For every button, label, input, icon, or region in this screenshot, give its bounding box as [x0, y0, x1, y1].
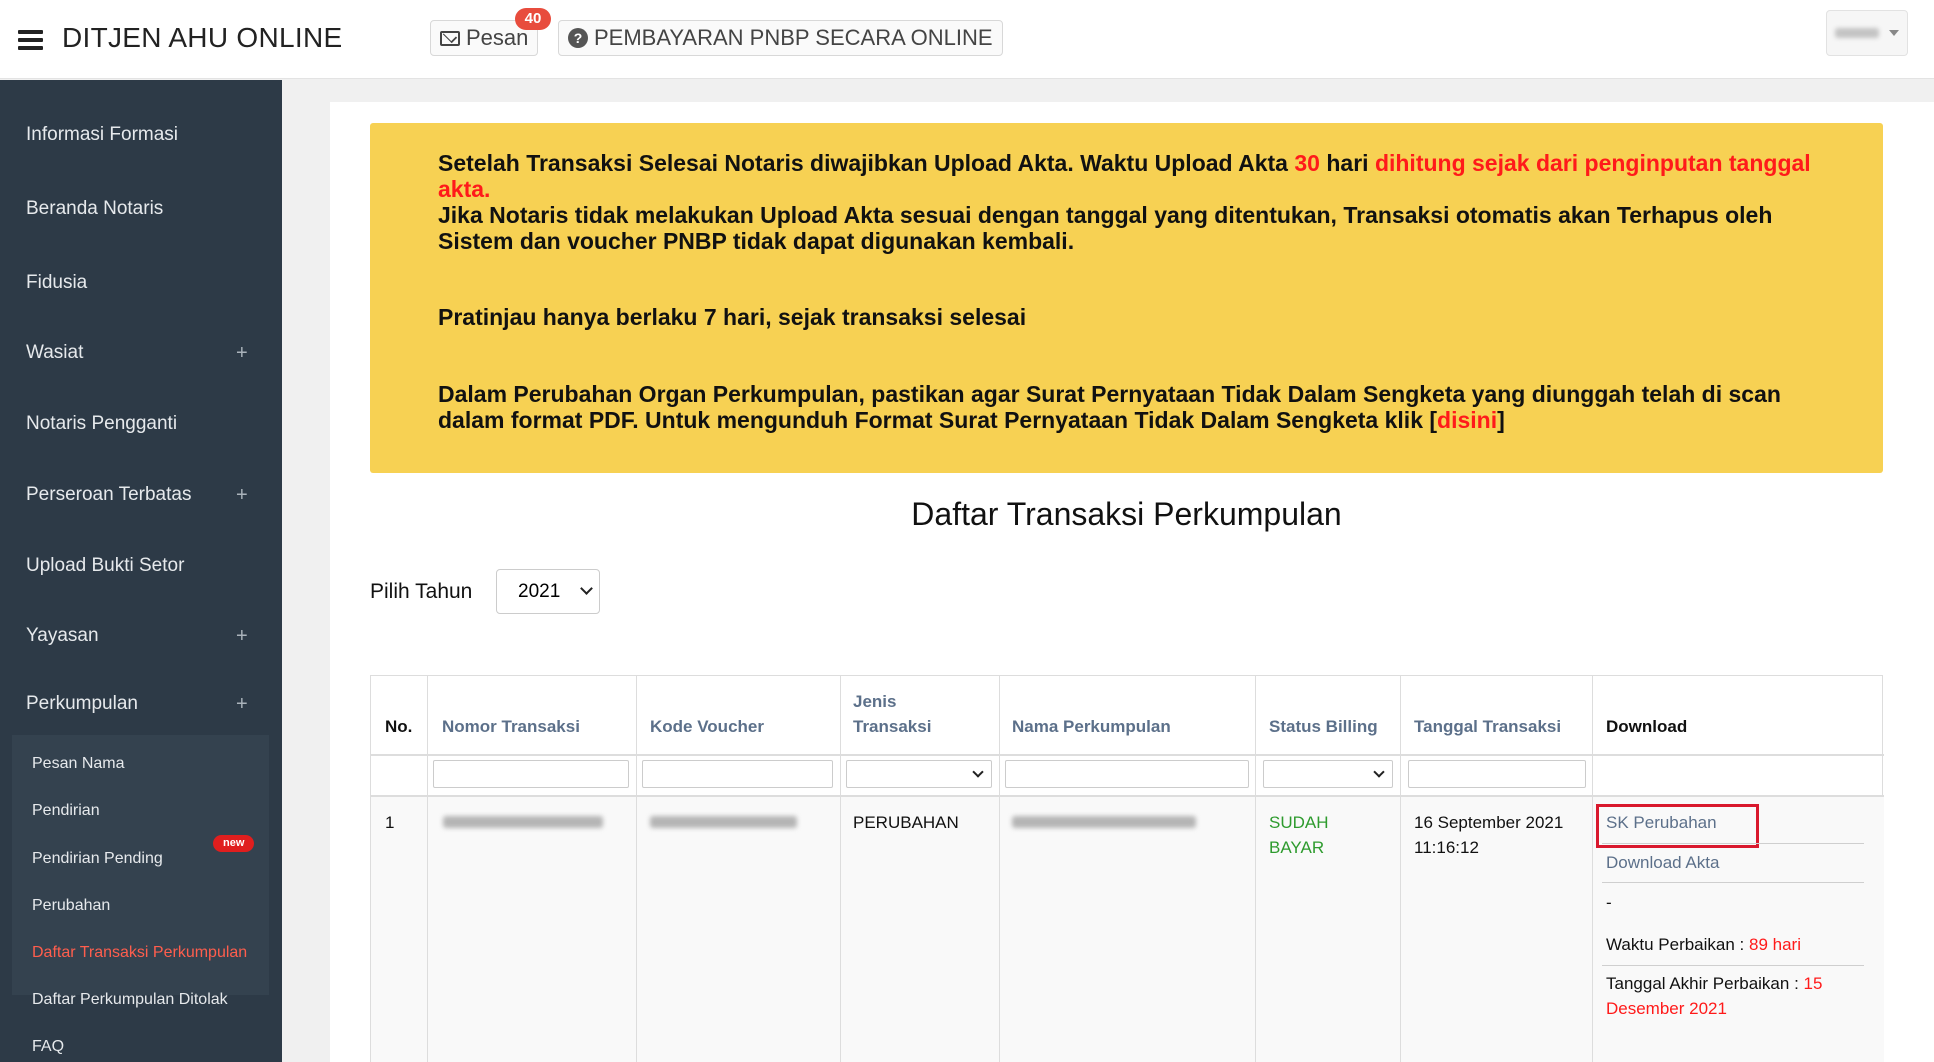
submenu-item-perubahan[interactable]: Perubahan	[32, 897, 110, 915]
nama-perkumpulan-redacted	[1012, 816, 1196, 828]
plus-icon: +	[236, 341, 248, 364]
download-divider	[1602, 882, 1864, 883]
notice-dispute-statement: Dalam Perubahan Organ Perkumpulan, pasti…	[438, 381, 1781, 433]
submenu-item-daftar-transaksi-perkumpulan[interactable]: Daftar Transaksi Perkumpulan	[32, 944, 247, 962]
plus-icon: +	[236, 692, 248, 715]
sidebar-item-notaris-pengganti[interactable]: Notaris Pengganti	[0, 394, 282, 454]
notice-upload-deadline: Setelah Transaksi Selesai Notaris diwaji…	[438, 150, 1811, 202]
column-divider	[999, 676, 1000, 1062]
column-divider	[840, 676, 841, 1062]
column-divider	[636, 676, 637, 1062]
top-navbar: DITJEN AHU ONLINE Pesan 40 ? PEMBAYARAN …	[0, 0, 1934, 79]
plus-icon: +	[236, 624, 248, 647]
app-title: DITJEN AHU ONLINE	[62, 22, 343, 53]
year-select-value: 2021	[518, 580, 561, 602]
sidebar-item-perkumpulan[interactable]: Perkumpulan +	[0, 674, 282, 734]
column-header-download: Download	[1606, 717, 1688, 736]
filter-kode-voucher-input[interactable]	[642, 760, 833, 788]
download-format-link[interactable]: disini	[1437, 407, 1497, 433]
messages-count-badge: 40	[515, 8, 551, 30]
row-jenis-transaksi: PERUBAHAN	[853, 813, 959, 832]
question-circle-icon: ?	[568, 28, 588, 48]
column-divider	[1592, 676, 1593, 1062]
page-title: Daftar Transaksi Perkumpulan	[911, 496, 1342, 532]
waktu-perbaikan: Waktu Perbaikan : 89 hari	[1606, 935, 1801, 954]
column-divider	[427, 676, 428, 1062]
download-placeholder: -	[1606, 893, 1612, 912]
filter-nomor-transaksi-input[interactable]	[433, 760, 629, 788]
sidebar-item-upload-bukti-setor[interactable]: Upload Bukti Setor	[0, 536, 282, 596]
caret-down-icon	[1889, 30, 1899, 36]
column-divider	[1400, 676, 1401, 1062]
user-name-redacted	[1835, 28, 1879, 38]
submenu-item-pesan-nama[interactable]: Pesan Nama	[32, 755, 125, 773]
nomor-transaksi-redacted	[443, 816, 603, 828]
download-akta-link[interactable]: Download Akta	[1606, 853, 1719, 873]
chevron-down-icon	[1373, 766, 1385, 778]
pnbp-payment-label: PEMBAYARAN PNBP SECARA ONLINE	[594, 25, 993, 50]
envelope-icon	[440, 30, 460, 46]
column-header-nama-perkumpulan[interactable]: Nama Perkumpulan	[1012, 714, 1171, 739]
menu-toggle-icon[interactable]	[18, 30, 43, 50]
year-label: Pilih Tahun	[370, 580, 473, 603]
column-header-status-billing[interactable]: Status Billing	[1269, 714, 1378, 739]
sidebar-item-informasi-formasi[interactable]: Informasi Formasi	[0, 105, 282, 165]
chevron-down-icon	[580, 582, 593, 595]
column-header-no: No.	[385, 717, 413, 736]
row-status-billing: SUDAH BAYAR	[1269, 813, 1329, 857]
sidebar-item-beranda-notaris[interactable]: Beranda Notaris	[0, 179, 282, 239]
column-header-jenis-transaksi[interactable]: Jenis Transaksi	[853, 689, 933, 739]
submenu-item-pendirian[interactable]: Pendirian	[32, 802, 100, 820]
filter-divider	[371, 795, 1884, 797]
submenu-item-daftar-perkumpulan-ditolak[interactable]: Daftar Perkumpulan Ditolak	[32, 991, 228, 1009]
year-select[interactable]: 2021	[496, 569, 600, 614]
notice-auto-delete: Jika Notaris tidak melakukan Upload Akta…	[438, 202, 1773, 254]
header-divider	[371, 754, 1884, 756]
download-divider	[1602, 965, 1864, 966]
column-header-tanggal-transaksi[interactable]: Tanggal Transaksi	[1414, 714, 1561, 739]
pnbp-payment-button[interactable]: ? PEMBAYARAN PNBP SECARA ONLINE	[558, 20, 1003, 56]
row-no: 1	[385, 813, 395, 832]
column-header-kode-voucher[interactable]: Kode Voucher	[650, 714, 764, 739]
column-header-nomor-transaksi[interactable]: Nomor Transaksi	[442, 714, 580, 739]
filter-status-billing-select[interactable]	[1263, 760, 1393, 788]
kode-voucher-redacted	[650, 816, 797, 828]
notice-box: Setelah Transaksi Selesai Notaris diwaji…	[370, 123, 1883, 473]
filter-nama-perkumpulan-input[interactable]	[1005, 760, 1249, 788]
notice-preview-validity: Pratinjau hanya berlaku 7 hari, sejak tr…	[438, 304, 1027, 330]
chevron-down-icon	[972, 766, 984, 778]
row-tanggal-transaksi: 16 September 2021 11:16:12	[1414, 813, 1564, 857]
sidebar-item-yayasan[interactable]: Yayasan +	[0, 606, 282, 666]
download-divider	[1602, 843, 1864, 844]
new-badge: new	[213, 835, 255, 852]
messages-label: Pesan	[466, 25, 529, 50]
submenu-item-faq[interactable]: FAQ	[32, 1038, 64, 1056]
sidebar-item-perseroan-terbatas[interactable]: Perseroan Terbatas +	[0, 465, 282, 525]
highlight-box	[1596, 804, 1759, 848]
column-divider	[1255, 676, 1256, 1062]
transactions-table: No. Nomor Transaksi Kode Voucher Jenis T…	[370, 675, 1884, 1062]
sidebar-item-fidusia[interactable]: Fidusia	[0, 253, 282, 313]
submenu-item-pendirian-pending[interactable]: Pendirian Pending	[32, 850, 163, 868]
filter-tanggal-transaksi-input[interactable]	[1408, 760, 1586, 788]
filter-jenis-transaksi-select[interactable]	[846, 760, 992, 788]
tanggal-akhir-perbaikan: Tanggal Akhir Perbaikan : 15 Desember 20…	[1606, 974, 1823, 1018]
sidebar-item-wasiat[interactable]: Wasiat +	[0, 323, 282, 383]
user-menu-dropdown[interactable]	[1826, 10, 1908, 56]
plus-icon: +	[236, 483, 248, 506]
